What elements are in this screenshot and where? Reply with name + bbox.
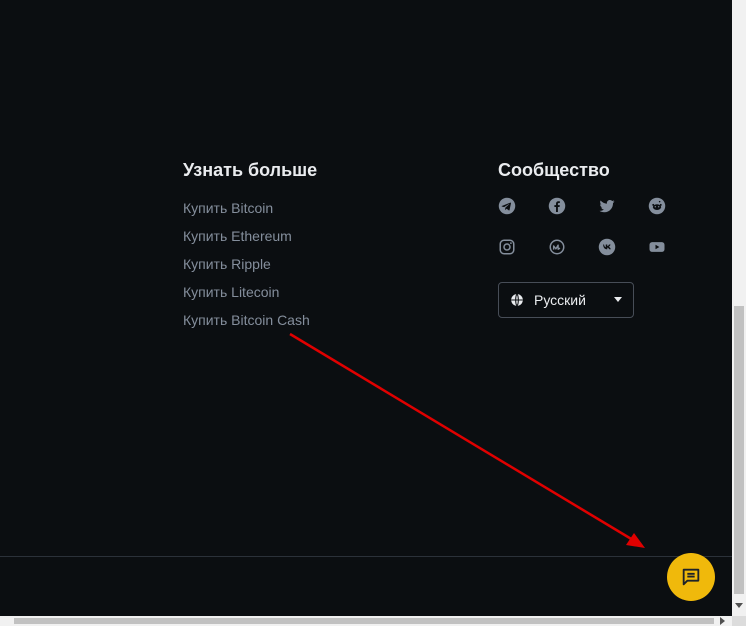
scroll-down-arrow-icon[interactable] <box>735 603 743 608</box>
language-label: Русский <box>534 292 586 308</box>
language-select[interactable]: Русский <box>498 282 634 318</box>
telegram-icon[interactable] <box>498 197 516 215</box>
community-title: Сообщество <box>498 160 610 180</box>
reddit-icon[interactable] <box>648 197 666 215</box>
page: Узнать больше Купить Bitcoin Купить Ethe… <box>0 0 746 626</box>
facebook-icon[interactable] <box>548 197 566 215</box>
learn-more-title: Узнать больше <box>183 160 318 180</box>
annotation-arrow <box>289 332 645 548</box>
learn-more-links: Купить Bitcoin Купить Ethereum Купить Ri… <box>183 199 310 339</box>
youtube-icon[interactable] <box>648 238 666 256</box>
scrollbar-corner <box>732 616 746 626</box>
twitter-icon[interactable] <box>598 197 616 215</box>
vertical-scrollbar[interactable] <box>732 0 746 616</box>
chevron-down-icon <box>614 297 622 302</box>
instagram-icon[interactable] <box>498 238 516 256</box>
link-buy-bitcoin-cash[interactable]: Купить Bitcoin Cash <box>183 311 310 339</box>
link-buy-bitcoin[interactable]: Купить Bitcoin <box>183 199 310 227</box>
chat-button[interactable] <box>667 553 715 601</box>
chat-icon <box>680 566 702 588</box>
scroll-right-arrow-icon[interactable] <box>720 617 725 625</box>
footer-divider <box>0 556 732 557</box>
link-buy-ethereum[interactable]: Купить Ethereum <box>183 227 310 255</box>
globe-icon <box>510 293 524 307</box>
horizontal-scrollbar-thumb[interactable] <box>14 618 714 624</box>
vk-icon[interactable] <box>598 238 616 256</box>
coinmarketcap-icon[interactable] <box>548 238 566 256</box>
link-buy-litecoin[interactable]: Купить Litecoin <box>183 283 310 311</box>
link-buy-ripple[interactable]: Купить Ripple <box>183 255 310 283</box>
horizontal-scrollbar[interactable] <box>0 616 732 626</box>
vertical-scrollbar-thumb[interactable] <box>734 306 744 594</box>
